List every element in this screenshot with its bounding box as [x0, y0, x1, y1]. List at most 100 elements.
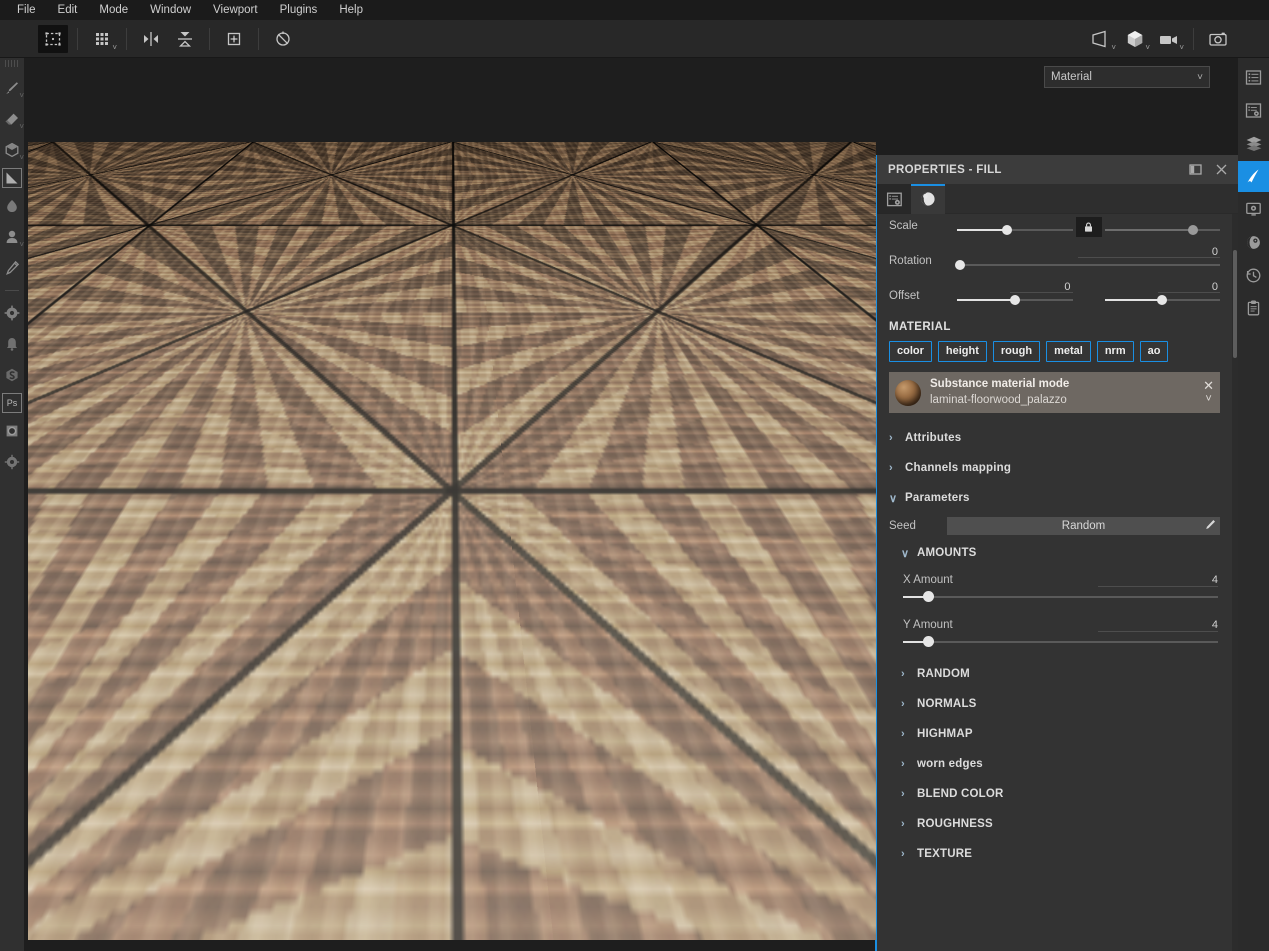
slider-knob[interactable]: [923, 636, 935, 647]
menu-item-mode[interactable]: Mode: [88, 0, 139, 20]
panel-scrollbar[interactable]: [1232, 214, 1238, 951]
camera-render-button[interactable]: ˅: [1154, 25, 1184, 53]
menu-item-edit[interactable]: Edit: [47, 0, 89, 20]
symmetry-vertical-button[interactable]: [170, 25, 200, 53]
section-amounts[interactable]: ∨ AMOUNTS: [877, 539, 1232, 567]
symmetry-horizontal-button[interactable]: [136, 25, 166, 53]
uv-tiles-tool-button[interactable]: ˅: [87, 25, 117, 53]
shading-mode-button[interactable]: ˅: [1120, 25, 1150, 53]
section-normals[interactable]: › NORMALS: [877, 689, 1232, 719]
channel-chip-height[interactable]: height: [937, 341, 987, 362]
substance-material-card[interactable]: Substance material mode laminat-floorwoo…: [889, 372, 1220, 413]
channel-chip-rough[interactable]: rough: [992, 341, 1041, 362]
offset-v-value[interactable]: 0: [1212, 281, 1218, 293]
chevron-down-icon[interactable]: ˅: [1205, 393, 1211, 405]
scrollbar-thumb[interactable]: [1233, 250, 1237, 358]
section-channels-mapping[interactable]: › Channels mapping: [877, 453, 1232, 483]
slider-knob[interactable]: [1188, 225, 1199, 235]
scale-u-slider[interactable]: [957, 223, 1073, 237]
menu-item-file[interactable]: File: [6, 0, 47, 20]
chevron-down-icon[interactable]: ˅: [19, 241, 24, 249]
slider-knob[interactable]: [1009, 295, 1020, 305]
tool-clone-stamp-button[interactable]: ˅: [1, 224, 24, 250]
chevron-down-icon[interactable]: ˅: [1197, 72, 1203, 83]
tool-substance-particle-button[interactable]: [1, 300, 23, 326]
material-select[interactable]: Material ˅: [1044, 66, 1210, 88]
pencil-icon[interactable]: [1205, 519, 1216, 530]
chevron-down-icon[interactable]: ˅: [1179, 43, 1184, 52]
offset-u-value[interactable]: 0: [1064, 281, 1070, 293]
tool-smudge-button[interactable]: [1, 193, 23, 219]
offset-u-slider[interactable]: [957, 293, 1073, 307]
section-texture[interactable]: › TEXTURE: [877, 839, 1232, 869]
menu-item-window[interactable]: Window: [139, 0, 202, 20]
chevron-down-icon[interactable]: ˅: [19, 92, 24, 100]
rail-properties-button[interactable]: [1238, 95, 1269, 126]
tool-eraser-button[interactable]: ˅: [1, 106, 24, 132]
floor-render[interactable]: [28, 142, 876, 940]
seed-field[interactable]: Random: [947, 517, 1220, 535]
rotation-slider[interactable]: [954, 258, 1220, 272]
tool-projection-button[interactable]: ˅: [1, 137, 24, 163]
rail-display-settings-button[interactable]: [1238, 194, 1269, 225]
offset-v-slider[interactable]: [1104, 293, 1220, 307]
rail-grip[interactable]: [5, 60, 19, 67]
slider-knob[interactable]: [1001, 225, 1012, 235]
channel-chip-metal[interactable]: metal: [1046, 341, 1091, 362]
tool-eyedropper-button[interactable]: [1, 255, 23, 281]
close-icon[interactable]: ✕: [1203, 379, 1214, 392]
screenshot-button[interactable]: [1203, 25, 1233, 53]
reset-transform-button[interactable]: [268, 25, 298, 53]
x-amount-slider[interactable]: [903, 590, 1218, 604]
tool-paint-brush-button[interactable]: ˅: [1, 75, 24, 101]
section-blend-color[interactable]: › BLEND COLOR: [877, 779, 1232, 809]
rotation-value[interactable]: 0: [1212, 246, 1218, 258]
rail-layers-button[interactable]: [1238, 128, 1269, 159]
section-random[interactable]: › RANDOM: [877, 659, 1232, 689]
tab-fill-properties[interactable]: [877, 184, 911, 214]
cube-icon: [1125, 29, 1145, 49]
selection-tool-button[interactable]: [38, 24, 68, 53]
chevron-down-icon[interactable]: ˅: [112, 43, 117, 52]
y-amount-slider[interactable]: [903, 635, 1218, 649]
section-attributes[interactable]: › Attributes: [877, 423, 1232, 453]
menu-item-viewport[interactable]: Viewport: [202, 0, 269, 20]
section-worn-edges[interactable]: › worn edges: [877, 749, 1232, 779]
slider-knob[interactable]: [1157, 295, 1168, 305]
slider-knob[interactable]: [954, 260, 965, 270]
rail-log-button[interactable]: [1238, 293, 1269, 324]
tool-photoshop-link-button[interactable]: Ps: [2, 393, 22, 413]
chevron-down-icon[interactable]: ˅: [1145, 43, 1150, 52]
tool-substance-settings-button[interactable]: [1, 449, 23, 475]
section-parameters[interactable]: ∨ Parameters: [877, 483, 1232, 513]
tool-bake-button[interactable]: [1, 418, 23, 444]
channel-chip-nrm[interactable]: nrm: [1096, 341, 1134, 362]
slider-knob[interactable]: [923, 591, 935, 602]
dock-panel-button[interactable]: [1182, 157, 1208, 183]
viewport-display-button[interactable]: ˅: [1086, 25, 1116, 53]
chevron-down-icon[interactable]: ˅: [19, 123, 24, 131]
rail-shelf-button[interactable]: [1238, 62, 1269, 93]
tab-material-properties[interactable]: [911, 184, 945, 214]
section-roughness[interactable]: › ROUGHNESS: [877, 809, 1232, 839]
x-amount-value[interactable]: 4: [1212, 574, 1218, 586]
channel-chip-ao[interactable]: ao: [1139, 341, 1169, 362]
center-pivot-button[interactable]: [219, 25, 249, 53]
menu-item-plugins[interactable]: Plugins: [269, 0, 329, 20]
scale-v-slider[interactable]: [1104, 223, 1220, 237]
menu-item-help[interactable]: Help: [328, 0, 374, 20]
section-highmap[interactable]: › HIGHMAP: [877, 719, 1232, 749]
channel-chip-color[interactable]: color: [889, 341, 932, 362]
rail-paint-button[interactable]: [1238, 161, 1269, 192]
chevron-down-icon[interactable]: ˅: [1111, 43, 1116, 52]
tool-geometry-fill-button[interactable]: [2, 168, 22, 188]
chevron-right-icon: ›: [901, 848, 905, 860]
close-panel-button[interactable]: [1208, 157, 1234, 183]
scale-lock-button[interactable]: [1075, 217, 1102, 237]
tool-physics-paint-button[interactable]: [1, 331, 23, 357]
chevron-down-icon[interactable]: ˅: [19, 154, 24, 162]
y-amount-value[interactable]: 4: [1212, 619, 1218, 631]
rail-shader-settings-button[interactable]: [1238, 227, 1269, 258]
rail-history-button[interactable]: [1238, 260, 1269, 291]
tool-substance-s-button[interactable]: [1, 362, 23, 388]
